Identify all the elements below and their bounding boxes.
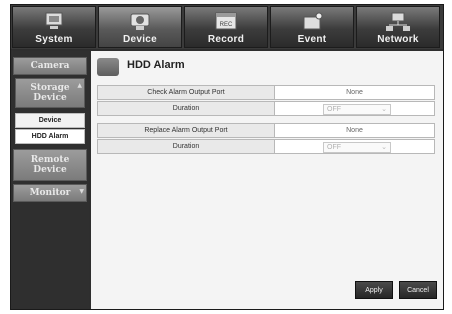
tab-record[interactable]: REC Record	[184, 6, 268, 48]
tab-network[interactable]: Network	[356, 6, 440, 48]
network-icon	[386, 12, 410, 31]
check-duration-row: Duration OFF ⌄	[97, 101, 435, 116]
replace-alarm-label: Replace Alarm Output Port	[97, 123, 275, 138]
replace-alarm-value[interactable]: None	[275, 123, 435, 138]
tab-label: Network	[377, 34, 419, 45]
submenu-item-device[interactable]: Device	[15, 113, 85, 128]
top-tab-bar: System Device REC Record Event Network	[11, 5, 443, 49]
check-duration-dropdown[interactable]: OFF ⌄	[323, 104, 391, 115]
sidebar-item-label: Camera	[30, 61, 70, 71]
check-alarm-value[interactable]: None	[275, 85, 435, 100]
tab-device[interactable]: Device	[98, 6, 182, 48]
replace-duration-dropdown[interactable]: OFF ⌄	[323, 142, 391, 153]
tab-label: System	[35, 34, 73, 45]
submenu-item-hdd-alarm[interactable]: HDD Alarm	[15, 129, 85, 144]
tab-system[interactable]: System	[12, 6, 96, 48]
collapse-arrow-icon: ▲	[77, 82, 82, 89]
tab-label: Device	[122, 34, 158, 45]
replace-duration-row: Duration OFF ⌄	[97, 139, 435, 154]
monitor-icon	[45, 12, 63, 29]
replace-duration-cell: OFF ⌄	[275, 139, 435, 154]
sidebar-item-remote-device[interactable]: Remote Device	[13, 149, 87, 181]
settings-panel: HDD Alarm Check Alarm Output Port None D…	[91, 51, 443, 309]
submenu-item-label: Device	[38, 117, 62, 124]
dropdown-value: OFF	[327, 106, 341, 113]
dvr-window: System Device REC Record Event Network C…	[10, 4, 444, 310]
chevron-down-icon: ⌄	[381, 144, 387, 151]
replace-alarm-row: Replace Alarm Output Port None	[97, 123, 435, 138]
sidebar-item-camera[interactable]: Camera	[13, 57, 87, 75]
tab-label: Event	[297, 34, 327, 45]
chevron-down-icon: ⌄	[381, 106, 387, 113]
sidebar-item-label: Storage Device	[30, 83, 70, 103]
replace-duration-label: Duration	[97, 139, 275, 154]
check-duration-label: Duration	[97, 101, 275, 116]
event-icon	[303, 12, 323, 30]
submenu-item-label: HDD Alarm	[31, 133, 69, 140]
tab-event[interactable]: Event	[270, 6, 354, 48]
sidebar-item-storage-device[interactable]: Storage Device ▲	[15, 78, 85, 108]
cancel-button[interactable]: Cancel	[399, 281, 437, 299]
expand-arrow-icon: ▼	[79, 188, 84, 195]
hdd-alarm-icon	[97, 58, 119, 76]
sidebar-menu: Camera Storage Device ▲ Device HDD Alarm…	[11, 51, 89, 309]
svg-text:REC: REC	[220, 22, 233, 28]
check-alarm-label: Check Alarm Output Port	[97, 85, 275, 100]
check-alarm-row: Check Alarm Output Port None	[97, 85, 435, 100]
sidebar-item-label: Monitor	[29, 188, 71, 198]
dropdown-value: OFF	[327, 144, 341, 151]
tab-label: Record	[207, 34, 245, 45]
camera-icon	[130, 13, 150, 30]
check-duration-cell: OFF ⌄	[275, 101, 435, 116]
sidebar-item-label: Remote Device	[30, 155, 70, 175]
apply-button[interactable]: Apply	[355, 281, 393, 299]
record-icon: REC	[215, 12, 237, 30]
page-title: HDD Alarm	[127, 59, 185, 71]
sidebar-item-monitor[interactable]: Monitor ▼	[13, 184, 87, 202]
